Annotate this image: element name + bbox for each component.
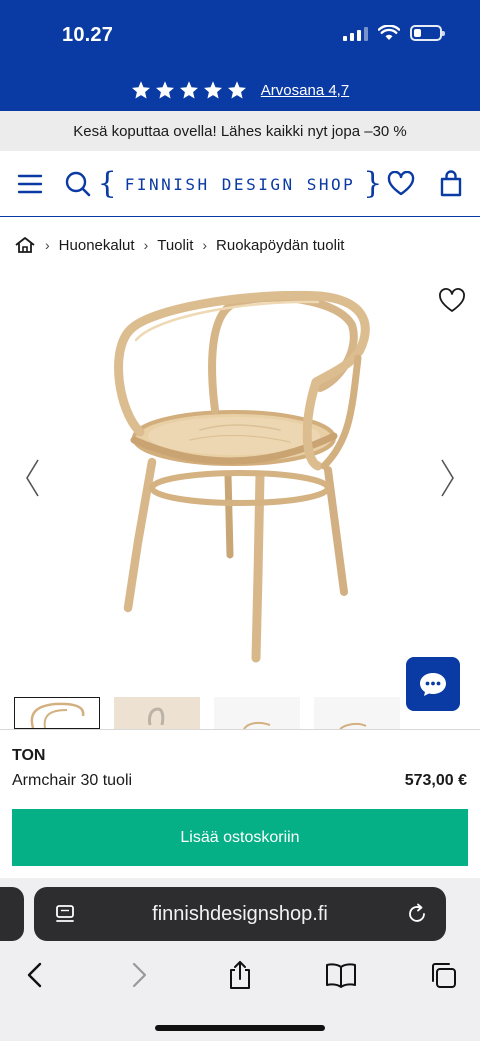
reload-icon[interactable] <box>406 903 428 925</box>
carousel-next-icon[interactable] <box>436 456 458 500</box>
address-bar[interactable]: finnishdesignshop.fi <box>34 887 446 941</box>
top-banner: 10.27 Arvosana 4,7 <box>0 0 480 111</box>
forward-icon[interactable] <box>122 958 156 992</box>
star-rating <box>131 80 247 100</box>
home-indicator <box>155 1025 325 1031</box>
thumbnail[interactable] <box>14 697 100 729</box>
cellular-signal-icon <box>343 25 368 41</box>
browser-nav <box>0 954 480 994</box>
breadcrumb-separator: › <box>202 237 208 253</box>
product-brand[interactable]: TON <box>12 747 45 765</box>
logo-text: FINNISH DESIGN SHOP <box>124 174 356 194</box>
browser-toolbar: finnishdesignshop.fi <box>0 878 480 1041</box>
bookmarks-icon[interactable] <box>324 958 358 992</box>
heart-icon[interactable] <box>386 169 416 199</box>
tabs-icon[interactable] <box>426 958 460 992</box>
breadcrumb-separator: › <box>143 237 149 253</box>
promo-banner[interactable]: Kesä koputtaa ovella! Lähes kaikki nyt j… <box>0 111 480 151</box>
chat-icon <box>420 673 446 696</box>
logo-brace-right: } <box>363 166 383 201</box>
breadcrumb-item[interactable]: Huonekalut <box>59 237 135 254</box>
wifi-icon <box>378 25 400 40</box>
product-image[interactable] <box>0 270 480 690</box>
wishlist-heart-icon[interactable] <box>438 288 466 314</box>
product-info: TON Armchair 30 tuoli 573,00 € Lisää ost… <box>0 729 480 879</box>
breadcrumb-separator: › <box>45 237 50 253</box>
star-icon <box>179 81 198 99</box>
site-logo[interactable]: { FINNISH DESIGN SHOP } <box>98 168 383 200</box>
thumbnail[interactable] <box>114 697 200 729</box>
chat-button[interactable] <box>406 657 460 711</box>
logo-brace-left: { <box>97 166 117 201</box>
status-icons <box>343 25 445 41</box>
breadcrumb-item[interactable]: Tuolit <box>157 237 193 254</box>
breadcrumb: › Huonekalut › Tuolit › Ruokapöydän tuol… <box>14 236 344 254</box>
page: 10.27 Arvosana 4,7 Kesä koputtaa ovella!… <box>0 0 480 1041</box>
battery-icon <box>410 25 445 41</box>
rating-link[interactable]: Arvosana 4,7 <box>261 82 349 99</box>
site-header: { FINNISH DESIGN SHOP } <box>0 151 480 217</box>
share-icon[interactable] <box>223 958 257 992</box>
star-icon <box>131 81 150 99</box>
search-icon[interactable] <box>63 169 93 199</box>
carousel-prev-icon[interactable] <box>22 456 44 500</box>
previous-tab[interactable] <box>0 887 24 941</box>
product-name: Armchair 30 tuoli <box>12 772 133 789</box>
url-text: finnishdesignshop.fi <box>152 902 328 925</box>
thumbnail[interactable] <box>314 697 400 729</box>
thumbnail-strip <box>14 697 400 729</box>
rating-bar[interactable]: Arvosana 4,7 <box>0 80 480 100</box>
thumbnail[interactable] <box>214 697 300 729</box>
home-icon[interactable] <box>14 236 36 254</box>
breadcrumb-item[interactable]: Ruokapöydän tuolit <box>216 237 344 254</box>
star-icon <box>155 81 174 99</box>
star-icon <box>203 81 222 99</box>
bag-icon[interactable] <box>436 169 466 199</box>
menu-icon[interactable] <box>15 169 45 199</box>
add-to-cart-button[interactable]: Lisää ostoskoriin <box>12 809 468 866</box>
back-icon[interactable] <box>18 958 52 992</box>
star-icon <box>227 81 246 99</box>
promo-text: Kesä koputtaa ovella! Lähes kaikki nyt j… <box>73 122 407 140</box>
product-price: 573,00 € <box>404 772 467 789</box>
status-time: 10.27 <box>62 24 114 46</box>
